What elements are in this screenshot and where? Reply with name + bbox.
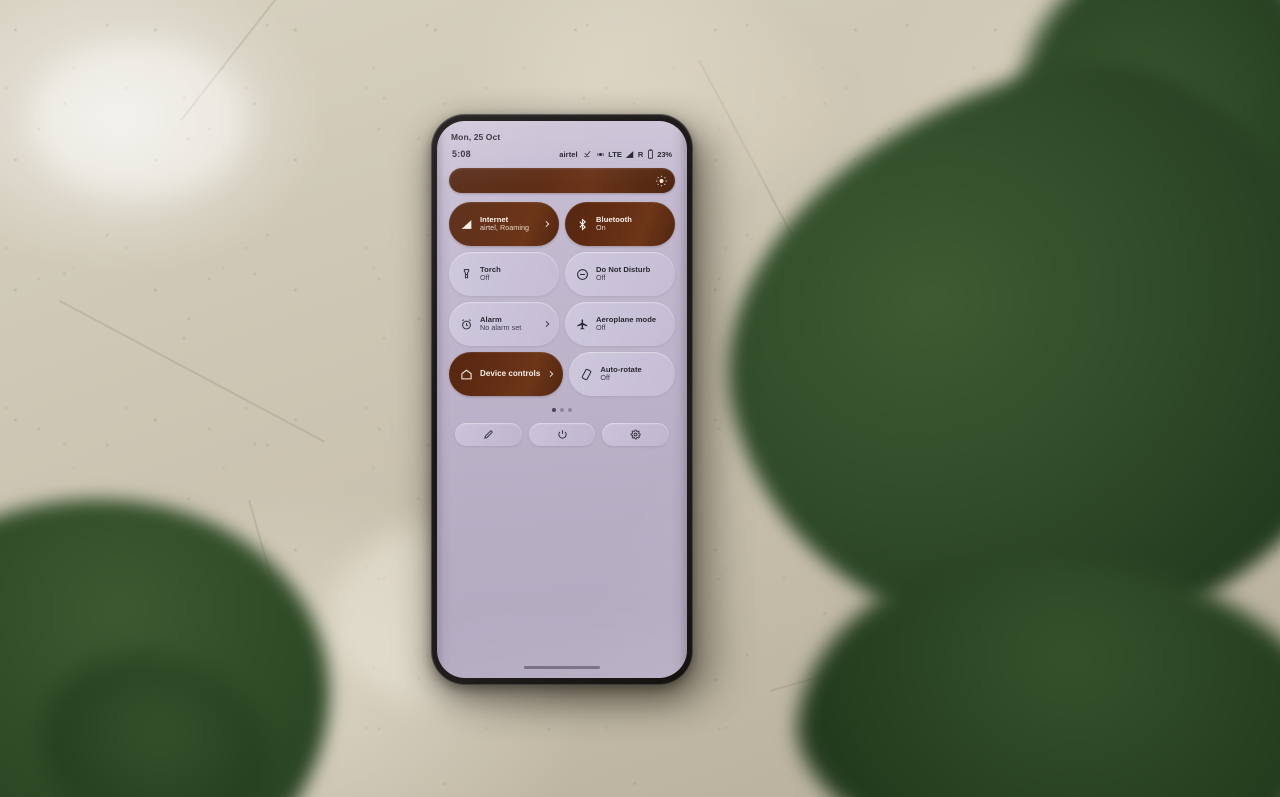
tile-title: Alarm xyxy=(480,314,502,324)
quick-settings-grid: Internet airtel, Roaming Bluetooth On To… xyxy=(449,202,675,396)
tile-subtitle: Off xyxy=(480,274,490,283)
tile-title: Torch xyxy=(480,264,501,274)
aeroplane-icon xyxy=(576,318,589,331)
tile-row: Internet airtel, Roaming Bluetooth On xyxy=(449,202,675,246)
concrete-highlight xyxy=(30,40,250,200)
chevron-right-icon[interactable] xyxy=(547,370,555,378)
tile-title: Auto-rotate xyxy=(600,364,642,374)
data-saver-icon xyxy=(583,150,592,159)
footer-button-row xyxy=(455,423,670,446)
tile-labels: Do Not Disturb Off xyxy=(596,265,667,283)
alarm-clock-icon xyxy=(460,318,473,331)
flashlight-icon xyxy=(460,268,473,281)
date-row: Mon, 25 Oct xyxy=(437,121,687,142)
edit-tiles-button[interactable] xyxy=(455,423,522,446)
auto-rotate-icon xyxy=(580,368,593,381)
status-clock: 5:08 xyxy=(452,149,471,159)
tile-labels: Torch Off xyxy=(480,265,551,283)
network-type-label: LTE xyxy=(608,149,622,159)
tile-torch[interactable]: Torch Off xyxy=(449,252,559,296)
auto-brightness-icon[interactable] xyxy=(655,174,668,187)
tile-alarm[interactable]: Alarm No alarm set xyxy=(449,302,559,346)
tile-subtitle: Off xyxy=(596,324,606,333)
tile-labels: Internet airtel, Roaming xyxy=(480,215,536,233)
tile-subtitle: No alarm set xyxy=(480,324,522,333)
tile-device-controls[interactable]: Device controls xyxy=(449,352,564,396)
tile-labels: Bluetooth On xyxy=(596,215,667,233)
photo-scene: Mon, 25 Oct 5:08 airtel LTE R 23% Intern… xyxy=(0,0,1280,797)
do-not-disturb-icon xyxy=(576,268,589,281)
tile-title: Bluetooth xyxy=(596,214,632,224)
tile-title: Internet xyxy=(480,214,509,224)
tile-row: Device controls Auto-rotate Off xyxy=(449,352,675,396)
battery-icon xyxy=(647,149,654,159)
tile-subtitle: Off xyxy=(600,374,610,383)
chevron-right-icon[interactable] xyxy=(543,220,551,228)
date-text: Mon, 25 Oct xyxy=(451,132,501,142)
signal-bars-icon xyxy=(460,218,473,231)
status-icon-group: airtel LTE R 23% xyxy=(559,149,672,159)
tile-subtitle: Off xyxy=(596,274,606,283)
power-menu-button[interactable] xyxy=(528,423,596,446)
tile-do-not-disturb[interactable]: Do Not Disturb Off xyxy=(565,252,675,296)
carrier-label: airtel xyxy=(559,149,578,159)
power-icon xyxy=(557,429,568,440)
signal-bars-icon xyxy=(625,150,634,159)
pencil-icon xyxy=(483,429,494,440)
gear-icon xyxy=(630,429,641,440)
home-icon xyxy=(460,368,473,381)
status-bar: 5:08 airtel LTE R 23% xyxy=(437,142,687,159)
tile-bluetooth[interactable]: Bluetooth On xyxy=(565,202,675,246)
tile-labels: Aeroplane mode Off xyxy=(596,315,667,333)
page-dot[interactable] xyxy=(568,408,572,412)
home-gesture-bar[interactable] xyxy=(524,666,600,669)
chevron-right-icon[interactable] xyxy=(543,320,551,328)
tile-title: Aeroplane mode xyxy=(596,314,657,324)
tile-title: Do Not Disturb xyxy=(596,264,651,274)
tile-subtitle: On xyxy=(596,224,606,233)
smartphone-device: Mon, 25 Oct 5:08 airtel LTE R 23% Intern… xyxy=(431,114,693,685)
vibrate-icon xyxy=(596,150,605,159)
brightness-slider[interactable] xyxy=(449,168,675,193)
tile-labels: Auto-rotate Off xyxy=(600,365,667,383)
roaming-indicator: R xyxy=(637,149,644,159)
tile-subtitle: airtel, Roaming xyxy=(480,224,530,233)
tile-auto-rotate[interactable]: Auto-rotate Off xyxy=(569,352,675,396)
page-dot[interactable] xyxy=(552,408,556,412)
settings-button[interactable] xyxy=(602,423,670,446)
tile-row: Torch Off Do Not Disturb Off xyxy=(449,252,675,296)
battery-percent-label: 23% xyxy=(657,149,672,159)
phone-screen[interactable]: Mon, 25 Oct 5:08 airtel LTE R 23% Intern… xyxy=(437,121,687,678)
tile-labels: Device controls xyxy=(480,369,540,379)
tile-labels: Alarm No alarm set xyxy=(480,315,536,333)
bluetooth-icon xyxy=(576,217,589,231)
tile-aeroplane-mode[interactable]: Aeroplane mode Off xyxy=(565,302,675,346)
tile-title: Device controls xyxy=(480,369,541,379)
tile-row: Alarm No alarm set Aeroplane mode Off xyxy=(449,302,675,346)
tile-internet[interactable]: Internet airtel, Roaming xyxy=(449,202,559,246)
page-indicator xyxy=(437,408,687,412)
page-dot[interactable] xyxy=(560,408,564,412)
